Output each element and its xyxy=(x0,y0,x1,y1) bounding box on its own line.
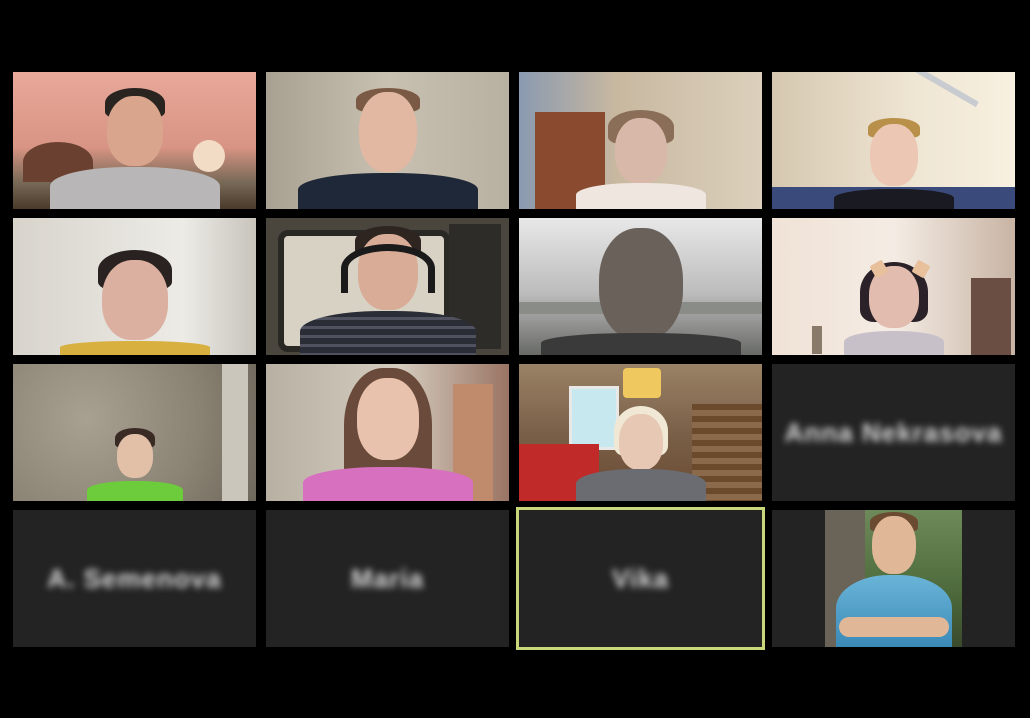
participant-name: A. Semenova xyxy=(47,563,222,593)
participant-tile-6[interactable] xyxy=(266,218,509,355)
participant-tile-7[interactable] xyxy=(519,218,762,355)
participant-video xyxy=(13,364,256,501)
video-call-window: { "meeting": { "view": "gallery", "tiles… xyxy=(0,0,1030,718)
participant-tile-4[interactable] xyxy=(772,72,1015,209)
participant-name: Anna Nekrasova xyxy=(784,417,1003,447)
participant-video xyxy=(13,72,256,209)
participant-tile-14[interactable]: Maria xyxy=(266,510,509,647)
participant-video xyxy=(266,364,509,501)
participant-name: Maria xyxy=(351,563,424,593)
participant-tile-12[interactable]: Anna Nekrasova xyxy=(772,364,1015,501)
participant-tile-2[interactable] xyxy=(266,72,509,209)
participant-video xyxy=(266,72,509,209)
participant-tile-8[interactable] xyxy=(772,218,1015,355)
participant-tile-3[interactable] xyxy=(519,72,762,209)
participant-tile-5[interactable] xyxy=(13,218,256,355)
profile-photo xyxy=(825,510,962,647)
participant-video xyxy=(519,72,762,209)
participant-video xyxy=(13,218,256,355)
participant-name: Vika xyxy=(611,563,670,593)
participant-video xyxy=(772,218,1015,355)
participant-tile-16[interactable] xyxy=(772,510,1015,647)
participant-video xyxy=(772,72,1015,209)
participant-tile-13[interactable]: A. Semenova xyxy=(13,510,256,647)
participant-video xyxy=(519,218,762,355)
participant-tile-9[interactable] xyxy=(13,364,256,501)
participant-tile-15-active-speaker[interactable]: Vika xyxy=(516,507,765,650)
participant-grid: Anna Nekrasova A. Semenova Maria Vika xyxy=(13,72,1015,650)
participant-tile-10[interactable] xyxy=(266,364,509,501)
participant-video xyxy=(266,218,509,355)
participant-tile-1[interactable] xyxy=(13,72,256,209)
participant-tile-11[interactable] xyxy=(519,364,762,501)
participant-video xyxy=(519,364,762,501)
